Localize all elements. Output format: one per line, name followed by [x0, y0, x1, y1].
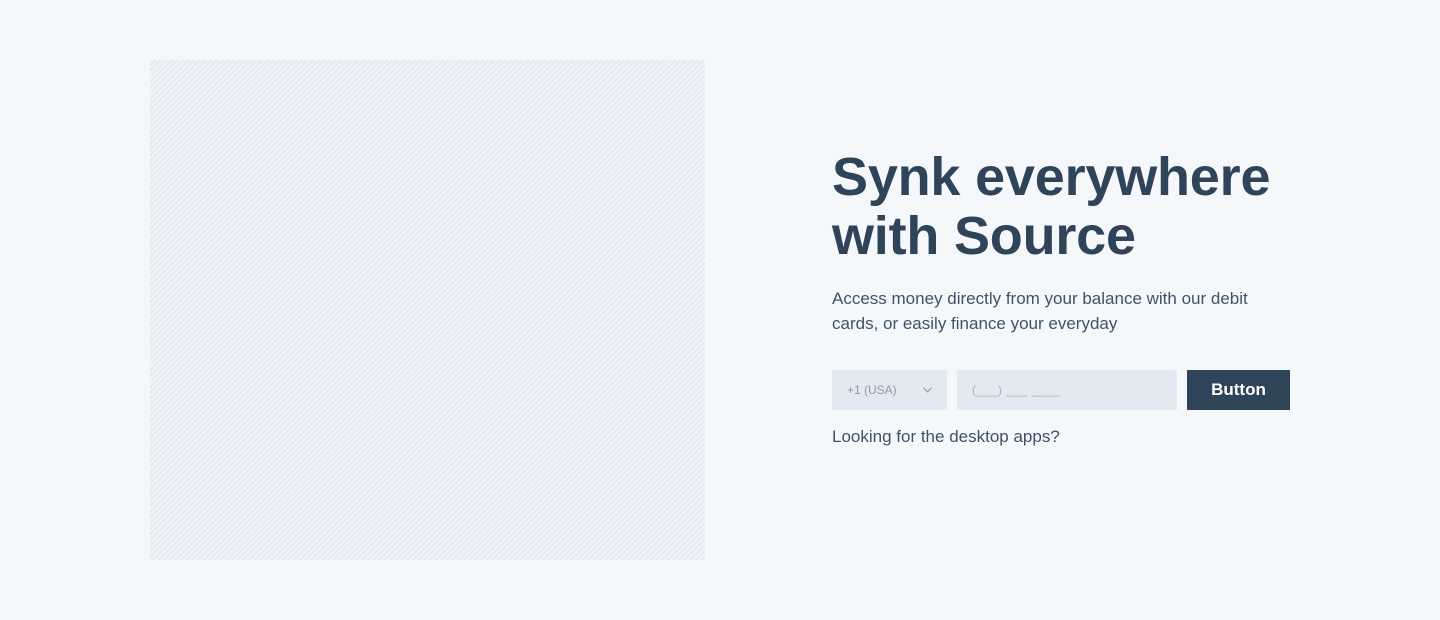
desktop-apps-link[interactable]: Looking for the desktop apps? [832, 427, 1060, 447]
phone-number-input[interactable] [957, 370, 1177, 410]
hero-section: Synk everywhere with Source Access money… [0, 0, 1440, 620]
chevron-down-icon [922, 387, 933, 393]
image-placeholder [150, 60, 705, 560]
country-code-value: +1 (USA) [847, 383, 897, 397]
country-code-select[interactable]: +1 (USA) [832, 370, 947, 410]
hero-subtitle: Access money directly from your balance … [832, 289, 1248, 333]
page-title: Synk everywhere with Source [832, 147, 1271, 266]
phone-form: +1 (USA) Button [832, 370, 1292, 410]
hero-content: Synk everywhere with Source Access money… [832, 147, 1302, 446]
submit-button[interactable]: Button [1187, 370, 1290, 410]
